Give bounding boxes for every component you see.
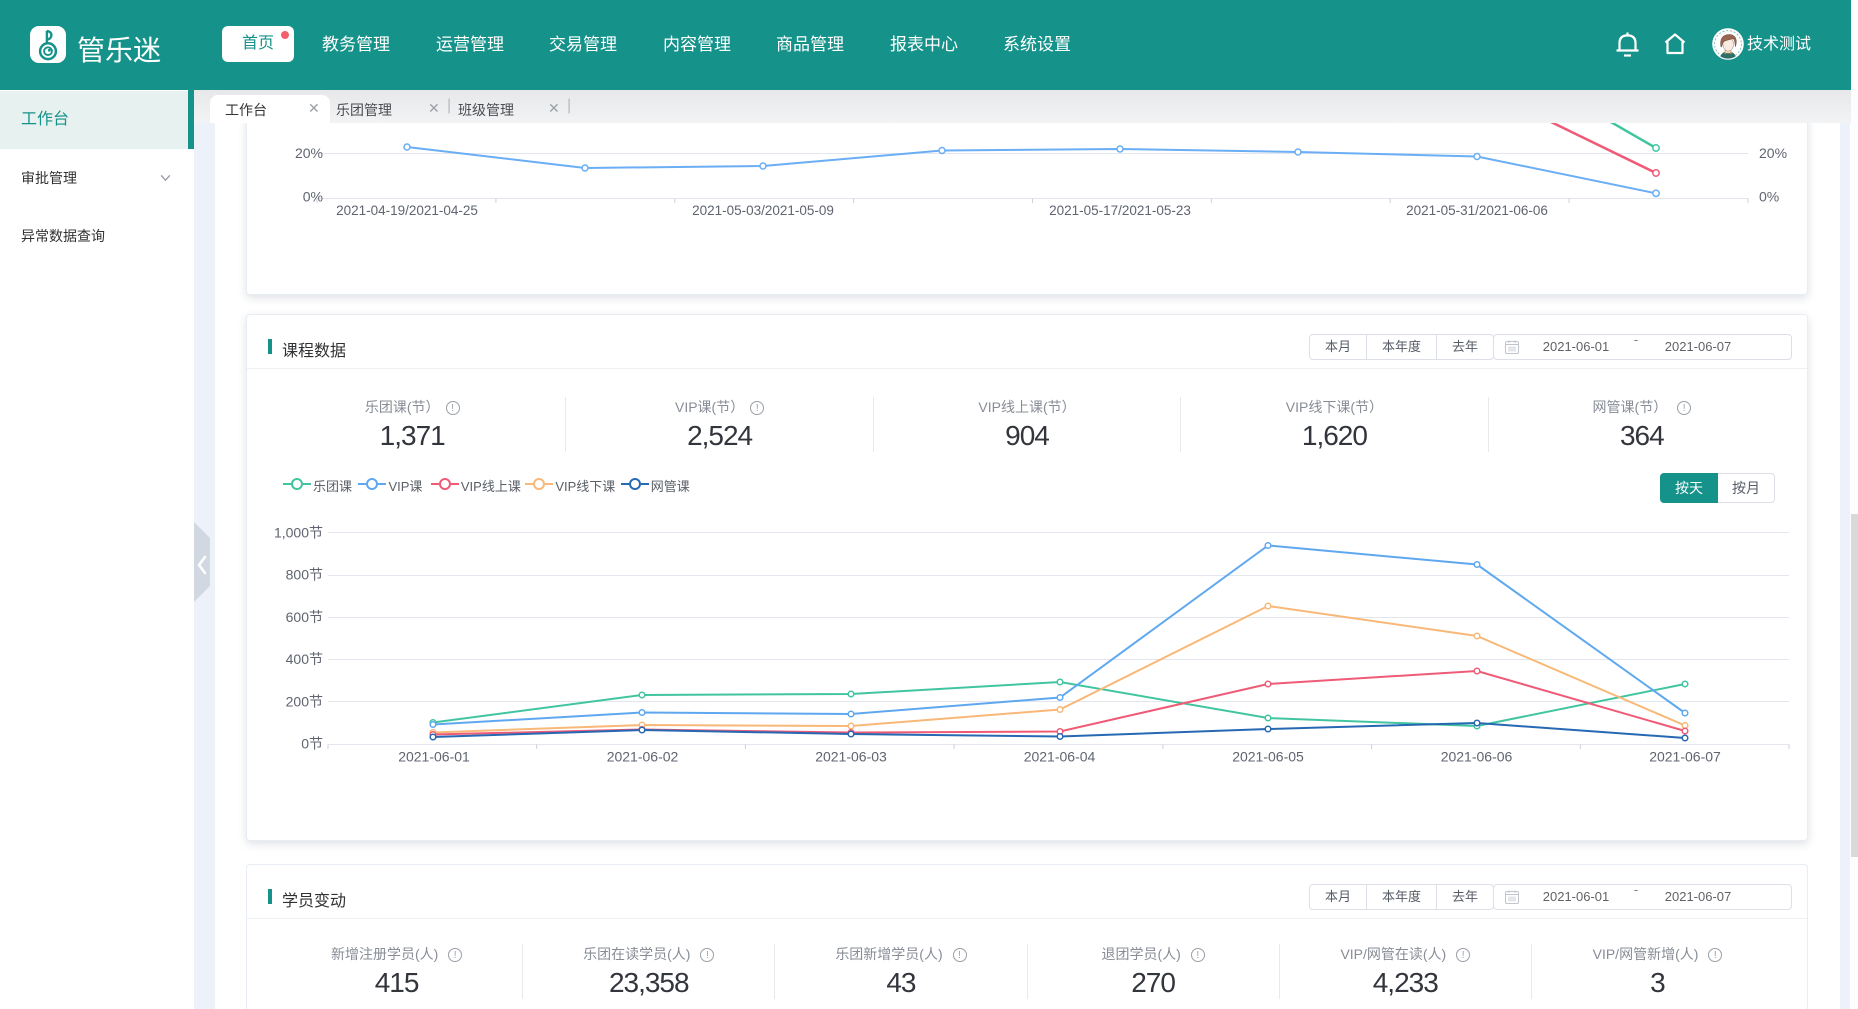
svg-text:20%: 20% bbox=[295, 145, 323, 161]
svg-text:800节: 800节 bbox=[286, 567, 323, 583]
svg-text:2021-06-07: 2021-06-07 bbox=[1649, 749, 1721, 765]
svg-text:2021-06-02: 2021-06-02 bbox=[607, 749, 679, 765]
svg-text:0%: 0% bbox=[1759, 189, 1779, 205]
svg-text:2021-06-03: 2021-06-03 bbox=[815, 749, 887, 765]
svg-text:600节: 600节 bbox=[286, 609, 323, 625]
svg-text:20%: 20% bbox=[1759, 145, 1787, 161]
svg-text:2021-06-01: 2021-06-01 bbox=[398, 749, 470, 765]
svg-text:2021-05-17/2021-05-23: 2021-05-17/2021-05-23 bbox=[1049, 203, 1191, 218]
svg-text:0节: 0节 bbox=[301, 736, 323, 752]
svg-text:2021-05-03/2021-05-09: 2021-05-03/2021-05-09 bbox=[692, 203, 834, 218]
svg-text:2021-05-31/2021-06-06: 2021-05-31/2021-06-06 bbox=[1406, 203, 1548, 218]
svg-text:2021-06-04: 2021-06-04 bbox=[1024, 749, 1096, 765]
svg-text:2021-06-06: 2021-06-06 bbox=[1441, 749, 1513, 765]
svg-text:0%: 0% bbox=[303, 189, 323, 205]
svg-text:1,000节: 1,000节 bbox=[274, 525, 323, 541]
svg-text:200节: 200节 bbox=[286, 694, 323, 710]
svg-text:2021-06-05: 2021-06-05 bbox=[1232, 749, 1304, 765]
svg-text:2021-04-19/2021-04-25: 2021-04-19/2021-04-25 bbox=[336, 203, 478, 218]
svg-text:400节: 400节 bbox=[286, 651, 323, 667]
